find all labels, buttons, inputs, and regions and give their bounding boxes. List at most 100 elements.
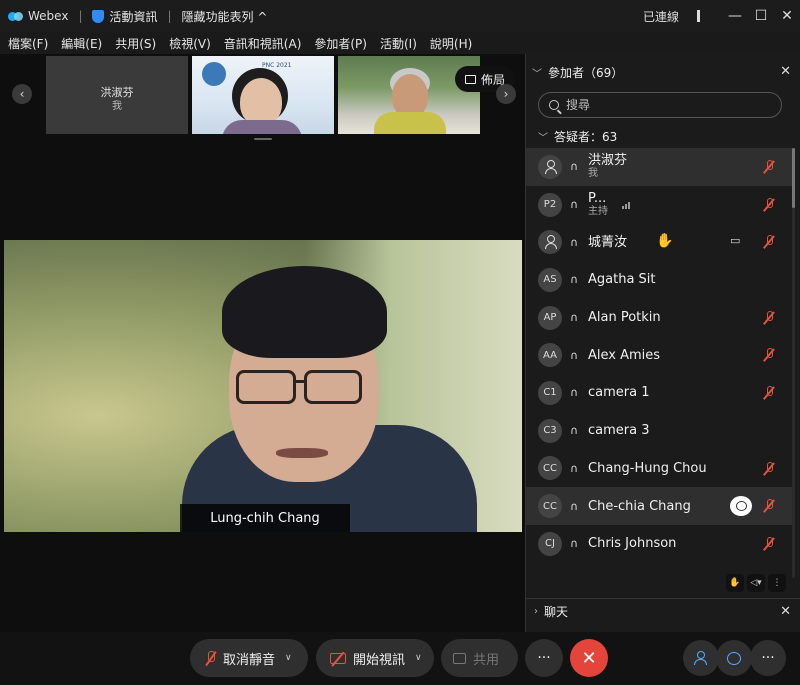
speaker-hair (222, 266, 387, 358)
headset-icon: ∩ (569, 235, 579, 249)
thumbnail-person-body (222, 120, 302, 134)
attendee-group-header[interactable]: ﹀ 答疑者：63 (526, 126, 800, 146)
search-icon (549, 100, 559, 110)
collapse-chevron-icon: ﹀ (532, 68, 542, 80)
chevron-down-icon[interactable]: ∨ (285, 653, 292, 663)
strip-prev-button[interactable]: ‹ (12, 84, 32, 104)
participants-title: 參加者（69） (548, 65, 624, 80)
thumbnail-self[interactable]: 洪淑芬 我 (46, 56, 188, 134)
participant-row[interactable]: AP ∩ Alan Potkin (526, 299, 794, 337)
mic-muted-icon[interactable] (764, 197, 774, 212)
shield-icon (92, 9, 105, 23)
thumbnail-video-2[interactable]: PNC 2021 (192, 56, 334, 134)
more-options-button[interactable]: ⋮ (768, 574, 786, 592)
thumbnail-sub: 我 (112, 101, 122, 112)
headset-icon: ∩ (569, 348, 579, 362)
participant-scrollbar[interactable] (792, 148, 795, 578)
mic-muted-icon[interactable] (764, 536, 774, 551)
participant-row[interactable]: ∩ 洪淑芬 我 (526, 148, 794, 186)
title-separator-2: | (167, 9, 172, 23)
participant-sub: 主持 (588, 206, 608, 218)
chat-title: 聊天 (544, 605, 569, 619)
maximize-button[interactable]: ☐ (748, 0, 774, 32)
collapse-chevron-icon: ﹀ (538, 132, 548, 144)
mic-muted-icon[interactable] (764, 348, 774, 362)
participant-row[interactable]: P2 ∩ P... 主持 (526, 186, 794, 224)
participant-row[interactable]: CC ∩ Chang-Hung Chou (526, 450, 794, 488)
chat-toggle-button[interactable] (716, 640, 752, 676)
more-button[interactable]: ··· (525, 639, 563, 677)
menu-view[interactable]: 檢視(V) (161, 35, 216, 52)
avatar-user-icon (538, 230, 562, 255)
mic-muted-icon[interactable] (764, 386, 774, 400)
share-button[interactable]: 共用 (441, 639, 518, 677)
participant-search[interactable] (538, 92, 782, 118)
menu-edit[interactable]: 編輯(E) (53, 35, 107, 52)
menu-share[interactable]: 共用(S) (107, 35, 161, 52)
strip-next-button[interactable]: › (496, 84, 516, 104)
end-call-button[interactable]: ✕ (570, 639, 608, 677)
headset-icon: ∩ (569, 311, 579, 325)
headset-icon: ∩ (569, 160, 579, 174)
chat-section-header[interactable]: › 聊天 ✕ (526, 598, 800, 624)
start-video-button[interactable]: 開始視訊 ∨ (316, 639, 434, 677)
participants-panel: ﹀ 參加者（69） ✕ ﹀ 答疑者：63 ∩ 洪淑芬 我 P2 (525, 54, 800, 632)
lower-hands-button[interactable]: ✋ (726, 574, 744, 592)
speaker-glasses-left (236, 370, 296, 404)
participant-row[interactable]: C3 ∩ camera 3 (526, 412, 794, 450)
menu-event[interactable]: 活動(I) (372, 35, 422, 52)
mic-muted-icon[interactable] (764, 461, 774, 476)
mic-muted-icon[interactable] (764, 235, 774, 249)
speaker-mouth (276, 448, 328, 458)
participant-row[interactable]: C1 ∩ camera 1 (526, 374, 794, 412)
participant-row[interactable]: AS ∩ Agatha Sit (526, 261, 794, 299)
chat-with-participant-button[interactable] (730, 496, 752, 517)
mic-muted-icon[interactable] (764, 499, 774, 513)
participant-name: Alex Amies (588, 347, 661, 363)
close-window-button[interactable]: ✕ (774, 0, 800, 32)
participants-toggle-button[interactable] (683, 640, 719, 676)
participant-name: Che-chia Chang (588, 498, 691, 514)
search-input[interactable] (566, 98, 766, 112)
announce-button[interactable]: ◁▾ (747, 574, 765, 592)
title-separator: | (78, 9, 83, 23)
speaker-glasses-right (304, 370, 362, 404)
avatar: AP (538, 305, 562, 330)
share-icon (453, 652, 466, 664)
menu-participants[interactable]: 參加者(P) (306, 35, 372, 52)
more-panels-button[interactable]: ··· (750, 640, 786, 676)
close-chat-button[interactable]: ✕ (780, 604, 791, 619)
participant-name: Chris Johnson (588, 536, 677, 552)
avatar-user-icon (538, 154, 562, 179)
participant-row[interactable]: AA ∩ Alex Amies (526, 336, 794, 374)
menu-file[interactable]: 檔案(F) (0, 35, 53, 52)
meeting-info-button[interactable]: 活動資訊 (92, 8, 158, 25)
thumbnail-video-3[interactable] (338, 56, 480, 134)
participant-row[interactable]: CJ ∩ Chris Johnson (526, 525, 794, 563)
menu-audio-video[interactable]: 音訊和視訊(A) (216, 35, 307, 52)
strip-resize-handle[interactable] (254, 138, 272, 140)
scrollbar-thumb[interactable] (792, 148, 795, 208)
avatar: CJ (538, 531, 562, 556)
minimize-button[interactable]: — (722, 0, 748, 32)
participant-row[interactable]: CC ∩ Che-chia Chang (526, 487, 794, 525)
mic-muted-icon[interactable] (764, 310, 774, 325)
participant-name: camera 1 (588, 385, 650, 401)
share-label: 共用 (473, 652, 500, 668)
video-off-icon (330, 652, 346, 664)
close-participants-button[interactable]: ✕ (780, 64, 791, 79)
chevron-down-icon[interactable]: ∨ (415, 653, 422, 663)
globe-image (202, 62, 226, 86)
participant-list: ∩ 洪淑芬 我 P2 ∩ P... 主持 ∩ 城菁汝 ✋ ▭ AS ∩ Agat… (526, 148, 794, 578)
headset-icon: ∩ (569, 273, 579, 287)
chat-icon (727, 651, 741, 665)
unmute-button[interactable]: 取消靜音 ∨ (190, 639, 308, 677)
menu-help[interactable]: 說明(H) (422, 35, 477, 52)
webex-logo-icon (8, 10, 24, 22)
participant-row[interactable]: ∩ 城菁汝 ✋ ▭ (526, 223, 794, 261)
mic-muted-icon[interactable] (764, 160, 774, 174)
hide-menu-bar-button[interactable]: 隱藏功能表列 ^ (182, 8, 268, 25)
participant-name: camera 3 (588, 423, 650, 439)
avatar: CC (538, 494, 562, 519)
participants-header[interactable]: ﹀ 參加者（69） ✕ (526, 60, 800, 84)
